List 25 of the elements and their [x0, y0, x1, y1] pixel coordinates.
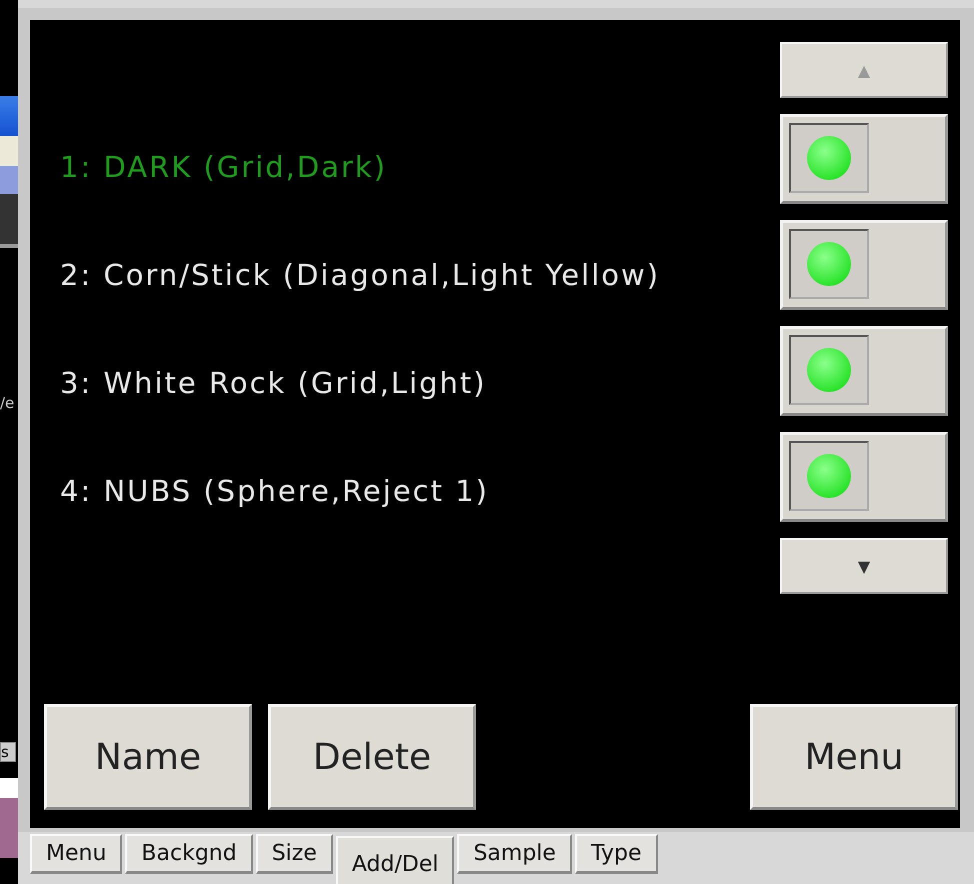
title-bar: [0, 96, 18, 136]
tab[interactable]: Menu: [30, 834, 122, 874]
toggle-button[interactable]: [780, 220, 948, 310]
menu-bar: [0, 136, 18, 166]
list-item[interactable]: 4: NUBS (Sphere,Reject 1): [60, 474, 489, 508]
tab[interactable]: Sample: [457, 834, 572, 874]
tab[interactable]: Type: [574, 834, 658, 874]
tab[interactable]: Size: [256, 834, 333, 874]
list-item[interactable]: 1: DARK (Grid,Dark): [60, 150, 388, 184]
action-button[interactable]: Delete: [268, 704, 476, 810]
header-bar: [0, 194, 18, 248]
toggle-button[interactable]: [780, 114, 948, 204]
tab[interactable]: Backgnd: [125, 834, 253, 874]
list-item[interactable]: 3: White Rock (Grid,Light): [60, 366, 487, 400]
list-item[interactable]: 2: Corn/Stick (Diagonal,Light Yellow): [60, 258, 660, 292]
toolbar: [0, 166, 18, 194]
window-text: s: [0, 742, 16, 762]
window-text: /e: [0, 394, 16, 412]
status-bar: [0, 778, 18, 798]
action-button[interactable]: Menu: [750, 704, 958, 810]
toggle-button[interactable]: [780, 432, 948, 522]
toggle-button[interactable]: [780, 326, 948, 416]
tab[interactable]: Add/Del: [336, 836, 454, 884]
action-button[interactable]: Name: [44, 704, 252, 810]
scroll-down-button[interactable]: ▼: [780, 538, 948, 594]
